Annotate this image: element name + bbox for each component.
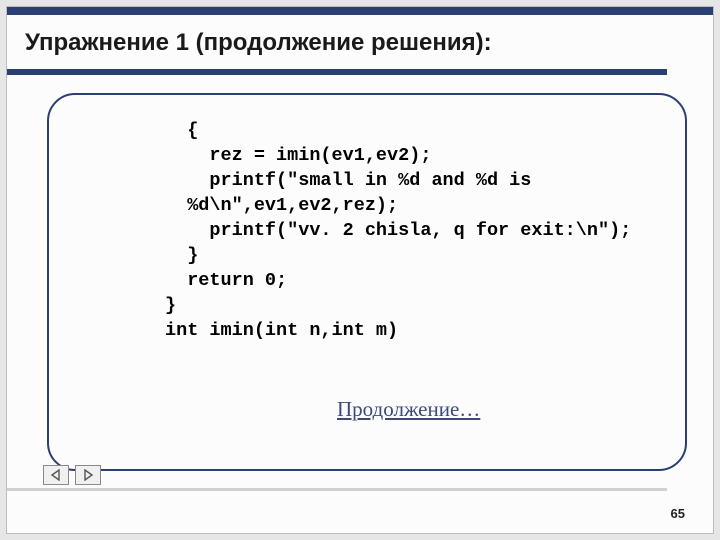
header-band [7,7,713,15]
nav-controls [43,465,101,485]
prev-button[interactable] [43,465,69,485]
next-button[interactable] [75,465,101,485]
code-block: { rez = imin(ev1,ev2); printf("small in … [165,119,665,344]
triangle-left-icon [50,469,62,481]
bottom-divider [7,488,667,491]
triangle-right-icon [82,469,94,481]
slide: Упражнение 1 (продолжение решения): { re… [6,6,714,534]
page-number: 65 [671,506,685,521]
continue-link[interactable]: Продолжение… [337,397,480,422]
title-underline [7,69,667,75]
page-title: Упражнение 1 (продолжение решения): [25,29,492,57]
